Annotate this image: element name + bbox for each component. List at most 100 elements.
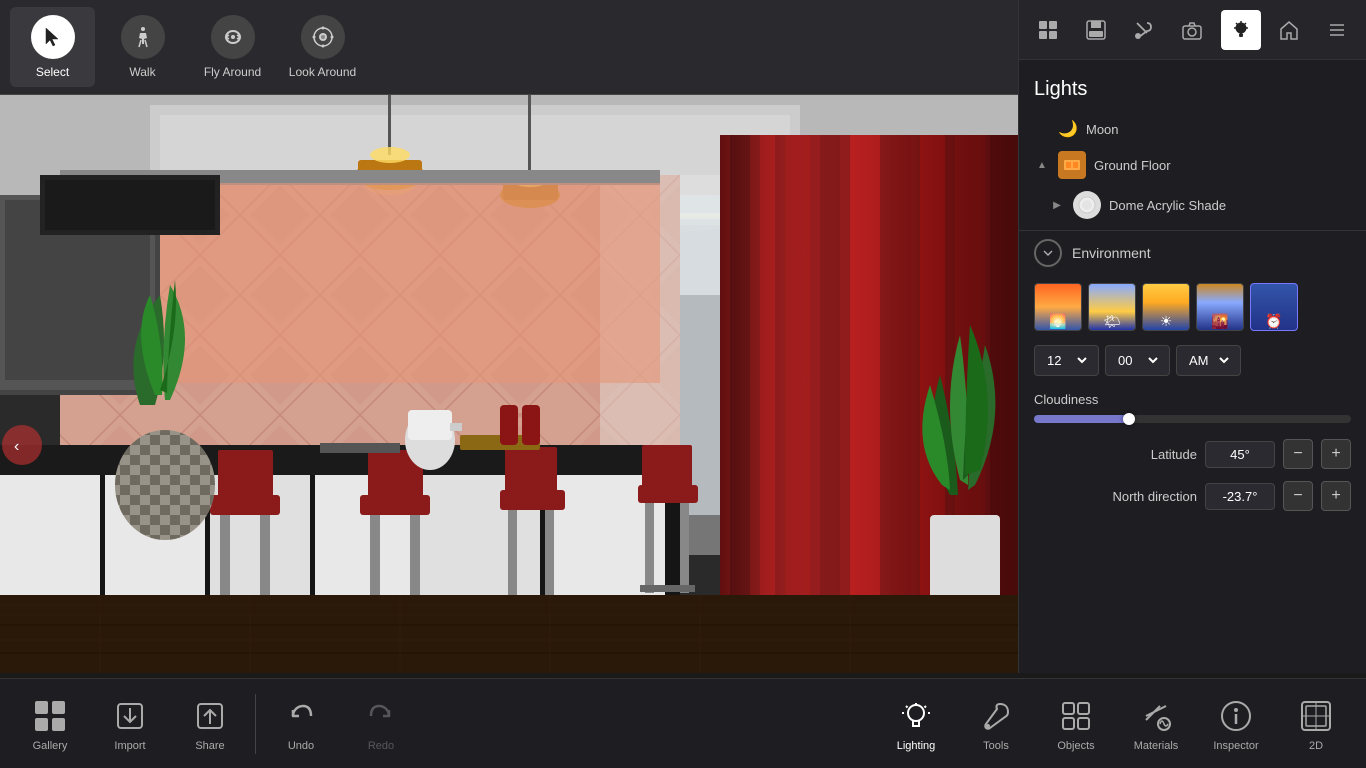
panel-icon-bar — [1019, 0, 1366, 60]
cloudiness-thumb[interactable] — [1123, 413, 1135, 425]
right-panel: Lights 🌙 Moon ▲ Ground Floor ▶ — [1018, 0, 1366, 673]
north-direction-value: -23.7° — [1205, 483, 1275, 510]
tree-item-ground-floor[interactable]: ▲ Ground Floor — [1019, 145, 1366, 185]
tree-item-moon[interactable]: 🌙 Moon — [1019, 113, 1366, 145]
gallery-label: Gallery — [33, 740, 68, 752]
select-icon — [31, 15, 75, 59]
objects-icon — [1056, 696, 1096, 736]
time-preset-noon[interactable]: ☀ — [1142, 283, 1190, 331]
tree-expand-ground-floor: ▲ — [1034, 157, 1050, 173]
panel-btn-home[interactable] — [1269, 10, 1309, 50]
latitude-value: 45° — [1205, 441, 1275, 468]
latitude-row: Latitude 45° − + — [1019, 433, 1366, 475]
north-direction-label: North direction — [1034, 489, 1197, 504]
bottom-btn-gallery[interactable]: Gallery — [10, 684, 90, 764]
hour-dropdown[interactable]: 12 123 456 789 1011 — [1043, 352, 1090, 369]
north-direction-increase-btn[interactable]: + — [1321, 481, 1351, 511]
dome-label: Dome Acrylic Shade — [1109, 198, 1226, 213]
lighting-label: Lighting — [897, 740, 936, 752]
moon-icon: 🌙 — [1058, 119, 1078, 139]
time-preset-dawn[interactable]: 🌅 — [1034, 283, 1082, 331]
tree-expand-dome: ▶ — [1049, 197, 1065, 213]
viewport[interactable]: ‹ — [0, 95, 1018, 673]
minute-dropdown[interactable]: 00 153045 — [1114, 352, 1161, 369]
section-title-lights: Lights — [1019, 70, 1366, 113]
bottom-btn-share[interactable]: Share — [170, 684, 250, 764]
time-hour-select[interactable]: 12 123 456 789 1011 — [1034, 345, 1099, 376]
ground-floor-icon — [1058, 151, 1086, 179]
gallery-icon — [30, 696, 70, 736]
walk-icon — [121, 15, 165, 59]
redo-icon — [361, 696, 401, 736]
time-preset-custom[interactable]: ⏰ — [1250, 283, 1298, 331]
time-minute-select[interactable]: 00 153045 — [1105, 345, 1170, 376]
tools-label: Tools — [983, 740, 1009, 752]
svg-text:‹: ‹ — [14, 438, 19, 455]
kitchen-scene: ‹ — [0, 95, 1018, 673]
tool-select[interactable]: Select — [10, 7, 95, 87]
tree-expand-moon — [1034, 121, 1050, 137]
share-icon — [190, 696, 230, 736]
tool-walk[interactable]: Walk — [100, 7, 185, 87]
bottom-btn-objects[interactable]: Objects — [1036, 684, 1116, 764]
panel-btn-list[interactable] — [1317, 10, 1357, 50]
ground-floor-label: Ground Floor — [1094, 158, 1171, 173]
inspector-label: Inspector — [1213, 740, 1258, 752]
bottom-btn-materials[interactable]: Materials — [1116, 684, 1196, 764]
cloudiness-label: Cloudiness — [1034, 392, 1351, 407]
latitude-decrease-btn[interactable]: − — [1283, 439, 1313, 469]
bottom-btn-undo[interactable]: Undo — [261, 684, 341, 764]
top-toolbar: Select Walk Fly Around — [0, 0, 1018, 95]
cloudiness-slider[interactable] — [1034, 415, 1351, 423]
bottom-btn-inspector[interactable]: Inspector — [1196, 684, 1276, 764]
environment-chevron — [1034, 239, 1062, 267]
2d-label: 2D — [1309, 740, 1323, 752]
time-preset-morning[interactable]: 🌤 — [1088, 283, 1136, 331]
bottom-btn-tools[interactable]: Tools — [956, 684, 1036, 764]
select-label: Select — [36, 65, 69, 79]
2d-icon — [1296, 696, 1336, 736]
fly-around-label: Fly Around — [204, 65, 261, 79]
moon-label: Moon — [1086, 122, 1119, 137]
fly-around-icon — [211, 15, 255, 59]
materials-label: Materials — [1134, 740, 1179, 752]
period-dropdown[interactable]: AM PM — [1185, 352, 1232, 369]
tool-fly-around[interactable]: Fly Around — [190, 7, 275, 87]
tool-look-around[interactable]: Look Around — [280, 7, 365, 87]
environment-header[interactable]: Environment — [1019, 230, 1366, 275]
tree-item-dome-acrylic[interactable]: ▶ Dome Acrylic Shade — [1019, 185, 1366, 225]
objects-label: Objects — [1057, 740, 1094, 752]
bottom-toolbar: Gallery Import Share — [0, 678, 1366, 768]
materials-icon — [1136, 696, 1176, 736]
import-label: Import — [114, 740, 145, 752]
bottom-btn-redo[interactable]: Redo — [341, 684, 421, 764]
time-presets: 🌅 🌤 ☀ 🌇 ⏰ — [1019, 275, 1366, 339]
cloudiness-section: Cloudiness — [1019, 382, 1366, 433]
panel-btn-save[interactable] — [1076, 10, 1116, 50]
bottom-btn-lighting[interactable]: Lighting — [876, 684, 956, 764]
panel-btn-paint[interactable] — [1124, 10, 1164, 50]
bottom-btn-2d[interactable]: 2D — [1276, 684, 1356, 764]
north-direction-decrease-btn[interactable]: − — [1283, 481, 1313, 511]
bottom-btn-import[interactable]: Import — [90, 684, 170, 764]
walk-label: Walk — [129, 65, 155, 79]
import-icon — [110, 696, 150, 736]
panel-btn-camera[interactable] — [1172, 10, 1212, 50]
time-selectors: 12 123 456 789 1011 00 153045 AM PM — [1019, 339, 1366, 382]
look-around-label: Look Around — [289, 65, 356, 79]
north-direction-row: North direction -23.7° − + — [1019, 475, 1366, 517]
look-around-icon — [301, 15, 345, 59]
redo-label: Redo — [368, 740, 394, 752]
tools-icon — [976, 696, 1016, 736]
undo-label: Undo — [288, 740, 314, 752]
latitude-increase-btn[interactable]: + — [1321, 439, 1351, 469]
time-period-select[interactable]: AM PM — [1176, 345, 1241, 376]
latitude-label: Latitude — [1034, 447, 1197, 462]
undo-icon — [281, 696, 321, 736]
panel-btn-light[interactable] — [1221, 10, 1261, 50]
dome-icon — [1073, 191, 1101, 219]
environment-label: Environment — [1072, 245, 1151, 261]
share-label: Share — [195, 740, 224, 752]
time-preset-afternoon[interactable]: 🌇 — [1196, 283, 1244, 331]
panel-btn-objects[interactable] — [1028, 10, 1068, 50]
